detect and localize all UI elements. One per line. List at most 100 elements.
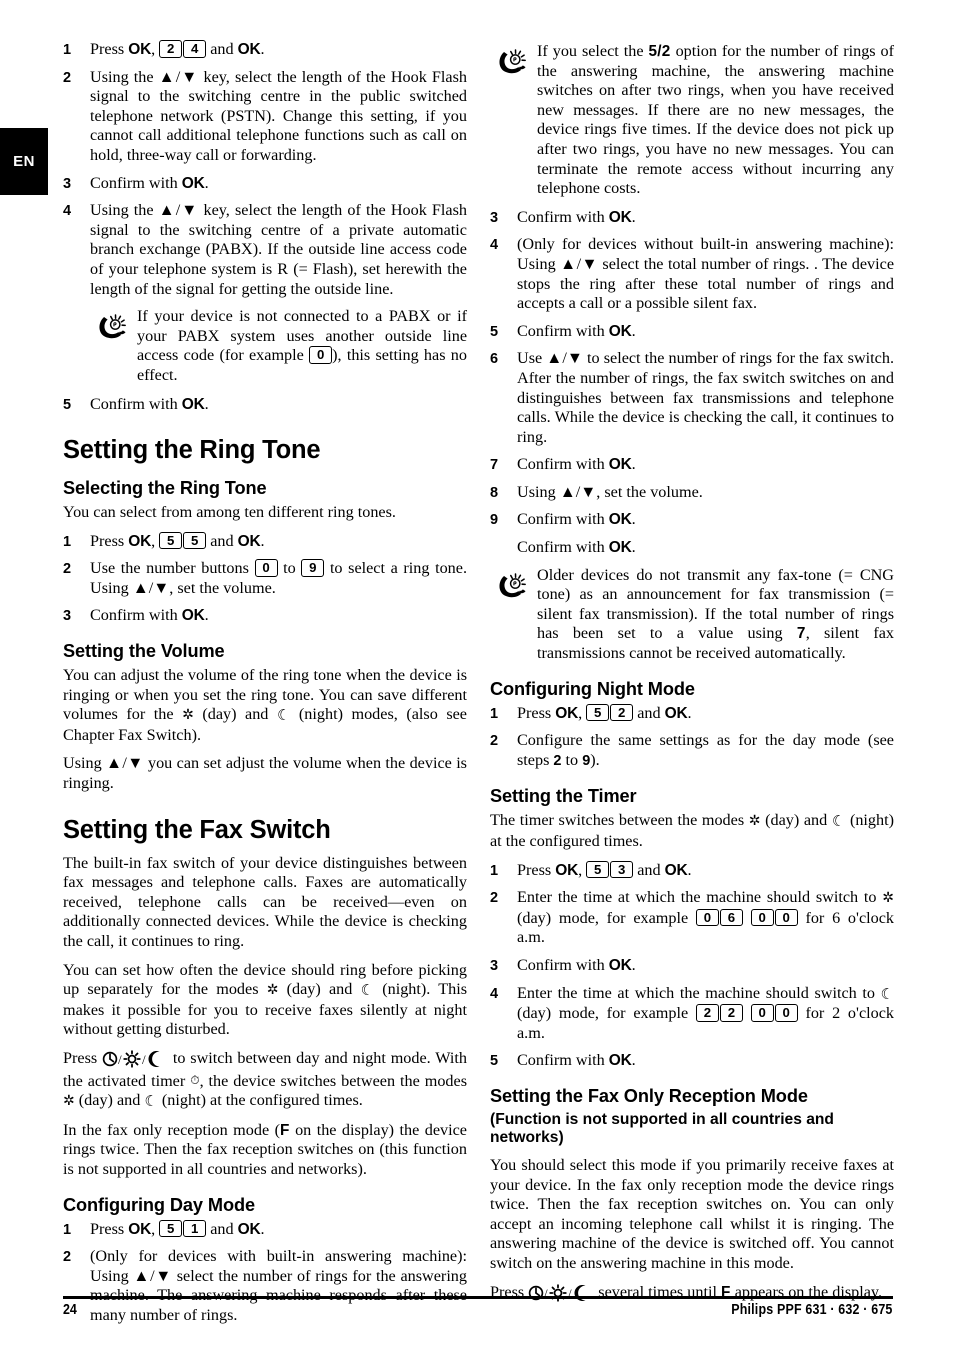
ok-key-label: OK (608, 1052, 632, 1070)
ok-key-label: OK (608, 208, 632, 226)
manual-page: 1 Press OK, 24 and OK. 2 Using the ▲/▼ k… (0, 0, 954, 1352)
tip-note: Older devices do not transmit any fax-to… (490, 566, 894, 664)
tip-text: If you select the 5/2 option for the num… (537, 42, 895, 198)
step-text: Using the ▲/▼ key, select the length of … (90, 201, 467, 298)
day-night-toggle-key-icon (528, 1283, 594, 1303)
fax-switch-paragraph-4: In the fax only reception mode (F on the… (63, 1120, 467, 1178)
step-text: Press OK, 52 and OK. (517, 703, 692, 722)
right-column: If you select the 5/2 option for the num… (490, 40, 894, 1304)
subsection-heading-setting-volume: Setting the Volume (63, 641, 225, 662)
tip-note: If you select the 5/2 option for the num… (490, 42, 894, 199)
step-number: 5 (63, 396, 72, 413)
ok-key-label: OK (608, 322, 632, 340)
key-sequence-minute: 00 (750, 1004, 798, 1022)
page-footer: 24 Philips PPF 631 · 632 · 675 (63, 1302, 893, 1318)
step-text: Confirm with OK. (517, 207, 636, 226)
step-text: Confirm with OK. (517, 321, 636, 340)
keypad-key: 0 (254, 559, 278, 577)
ok-key-label: OK (555, 861, 579, 879)
day-mode-icon: ✲ (882, 890, 894, 907)
day-mode-icon: ✲ (63, 1093, 75, 1110)
ok-key-label: OK (181, 607, 205, 625)
step-text: Press OK, 51 and OK. (90, 1219, 265, 1238)
footer-page-number: 24 (63, 1302, 77, 1318)
step-item: 4 Enter the time at which the machine sh… (490, 984, 894, 1044)
step-item: 3 Confirm with OK. (63, 606, 467, 626)
step-item: 5 Confirm with OK. (490, 1051, 894, 1071)
keypad-key: 5 (586, 860, 610, 879)
step-item: 9 Confirm with OK. (490, 510, 894, 530)
step-number: 4 (490, 237, 499, 254)
key-sequence: 24 (159, 40, 207, 58)
ok-key-label: OK (664, 704, 688, 722)
keypad-key: 6 (719, 908, 743, 927)
step-text: Confirm with OK. (517, 455, 636, 474)
step-item: 1 Press OK, 52 and OK. (490, 703, 894, 724)
step-number: 2 (63, 561, 72, 578)
night-mode-icon: ☾ (831, 812, 846, 831)
ok-key-label: OK (128, 532, 152, 550)
left-column: 1 Press OK, 24 and OK. 2 Using the ▲/▼ k… (63, 40, 467, 1334)
step-number: 5 (490, 1053, 499, 1070)
step-text: Confirm with OK. (90, 606, 209, 625)
fax-only-paragraph-1: You should select this mode if you prima… (490, 1155, 894, 1272)
key-sequence-hour: 22 (695, 1004, 743, 1022)
volume-paragraph-1: You can adjust the volume of the ring to… (63, 666, 467, 744)
ok-key-label: OK (181, 395, 205, 413)
step-item: Confirm with OK. (490, 538, 894, 558)
step-number: 1 (63, 533, 72, 550)
step-number: 2 (63, 1249, 72, 1266)
keypad-key: 5 (159, 1219, 183, 1238)
tip-lightbulb-hand-icon (494, 43, 532, 77)
volume-paragraph-2: Using ▲/▼ you can set adjust the volume … (63, 754, 467, 793)
step-text: Using ▲/▼, set the volume. (517, 482, 703, 501)
step-text: Confirm with OK. (517, 538, 636, 557)
step-number: 7 (490, 457, 499, 474)
step-item: 7 Confirm with OK. (490, 455, 894, 475)
step-number: 5 (490, 323, 499, 340)
fax-switch-paragraph-3: Press to switch between day and night mo… (63, 1048, 467, 1111)
step-item: 3 Confirm with OK. (63, 174, 467, 194)
ok-key-label: OK (237, 1220, 261, 1238)
footer-divider (63, 1296, 893, 1299)
step-text: Use the number buttons 0 to 9 to select … (90, 559, 467, 597)
step-item: 3 Confirm with OK. (490, 956, 894, 976)
section-heading-ring-tone: Setting the Ring Tone (63, 436, 321, 465)
step-item: 1 Press OK, 24 and OK. (63, 40, 467, 60)
keypad-key: 2 (159, 40, 183, 58)
step-text: Confirm with OK. (90, 173, 209, 192)
tip-text: Older devices do not transmit any fax-to… (537, 565, 894, 663)
step-text: Configure the same settings as for the d… (517, 731, 894, 769)
key-sequence: 51 (159, 1219, 207, 1238)
step-text: Confirm with OK. (90, 394, 209, 413)
tip-lightbulb-hand-icon (494, 567, 532, 601)
step-number: 2 (490, 733, 499, 750)
keypad-key: 0 (309, 346, 333, 364)
display-code: 7 (796, 625, 806, 643)
key-sequence-hour: 06 (695, 908, 743, 927)
step-number: 2 (490, 890, 499, 907)
step-number: 9 (490, 512, 499, 529)
step-text: Press OK, 53 and OK. (517, 860, 692, 879)
keypad-key: 5 (586, 703, 610, 722)
ok-key-label: OK (128, 1220, 152, 1238)
timer-intro-text: The timer switches between the modes ✲ (… (490, 811, 895, 850)
step-item: 1 Press OK, 51 and OK. (63, 1219, 467, 1240)
keypad-key: 0 (774, 908, 798, 927)
step-number: 4 (63, 203, 72, 220)
section-heading-fax-switch: Setting the Fax Switch (63, 815, 331, 844)
day-mode-icon: ✲ (182, 707, 194, 724)
step-item: 3 Confirm with OK. (490, 208, 894, 228)
step-text: Use ▲/▼ to select the number of rings fo… (517, 349, 894, 446)
ok-key-label: OK (608, 511, 632, 529)
subsection-heading-timer: Setting the Timer (490, 786, 637, 807)
tip-text: If your device is not connected to a PAB… (137, 307, 467, 384)
ok-key-label: OK (128, 41, 152, 58)
keypad-key: 1 (183, 1219, 207, 1238)
fax-switch-paragraph-1: The built-in fax switch of your device d… (63, 853, 467, 950)
step-item: 1 Press OK, 55 and OK. (63, 531, 467, 552)
step-text: Using the ▲/▼ key, select the length of … (90, 67, 467, 164)
step-text: Confirm with OK. (517, 955, 636, 974)
step-number: 3 (63, 608, 72, 625)
fax-only-paragraph-2: Press several times until F appears on t… (490, 1282, 883, 1303)
